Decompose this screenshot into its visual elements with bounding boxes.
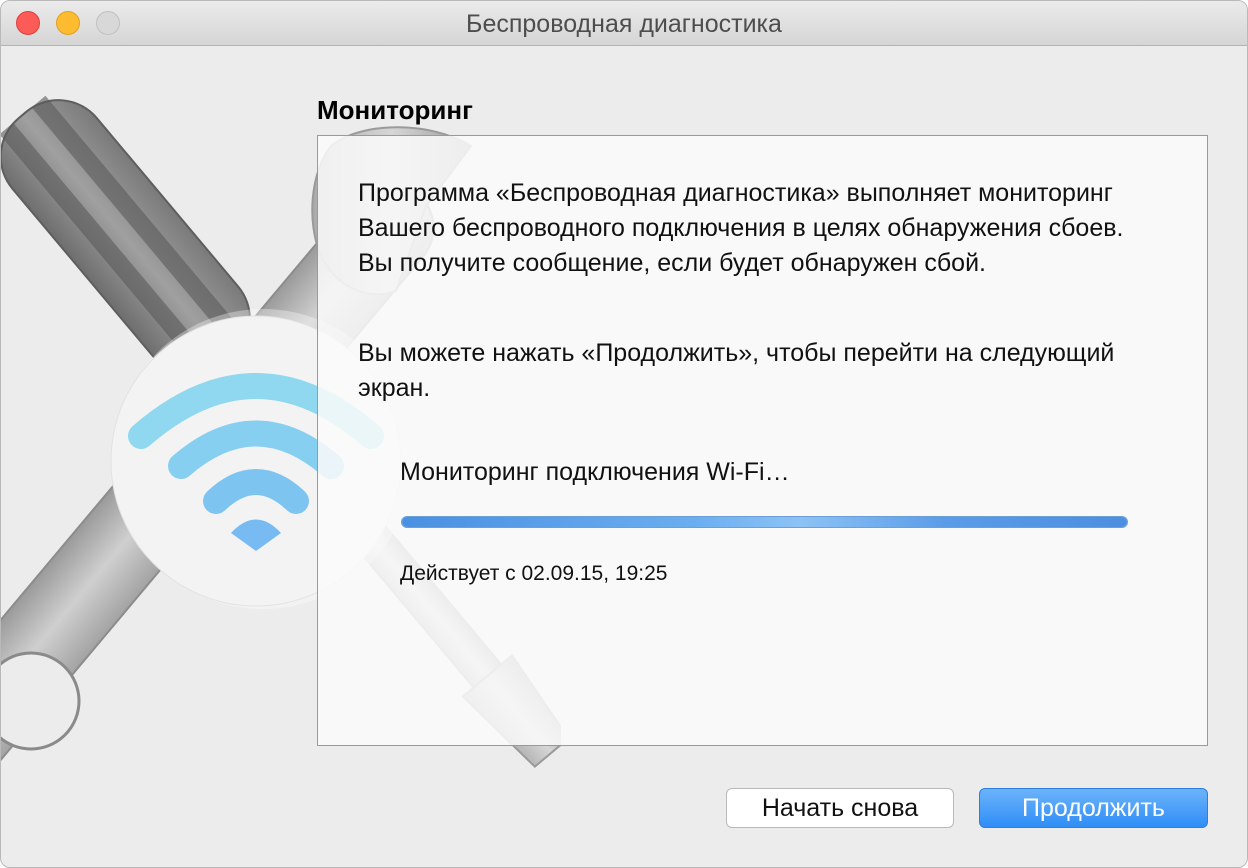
active-since-label: Действует с 02.09.15, 19:25 [400, 562, 668, 585]
section-title: Мониторинг [317, 95, 473, 125]
content-panel: Программа «Беспроводная диагностика» вып… [317, 135, 1208, 746]
continue-button[interactable]: Продолжить [979, 788, 1208, 828]
instruction-paragraph: Вы можете нажать «Продолжить», чтобы пер… [358, 339, 1115, 402]
window-title: Беспроводная диагностика [466, 10, 782, 38]
monitoring-status-label: Мониторинг подключения Wi‑Fi… [400, 458, 790, 486]
app-window: Беспроводная диагностика Мониторинг Прог… [0, 0, 1248, 868]
progress-bar [401, 516, 1128, 528]
description-paragraph: Программа «Беспроводная диагностика» вып… [358, 179, 1124, 277]
progress-fill [402, 517, 1127, 527]
restart-button[interactable]: Начать снова [726, 788, 954, 828]
title-bar[interactable]: Беспроводная диагностика [1, 1, 1247, 46]
